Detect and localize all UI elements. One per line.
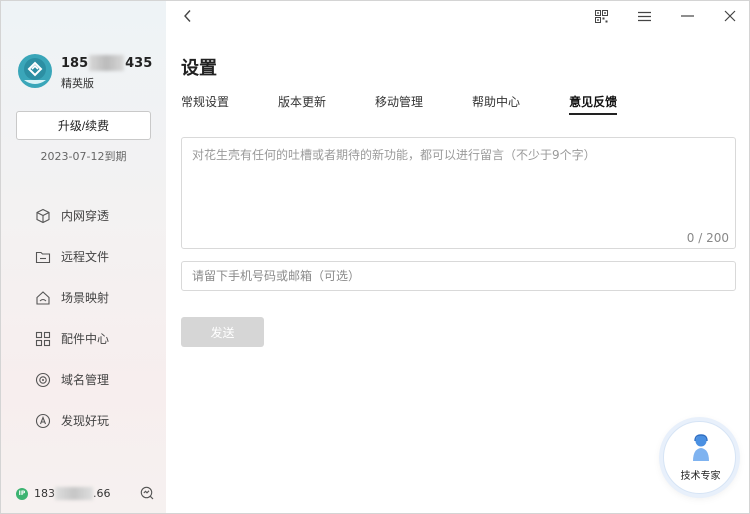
compass-icon — [34, 412, 52, 430]
page-title: 设置 — [181, 58, 217, 79]
app-window: 185 435 精英版 升级/续费 2023-07-12到期 内网穿透 远程文件 — [0, 0, 750, 514]
send-button[interactable]: 发送 — [181, 317, 264, 347]
sidebar-nav: 内网穿透 远程文件 场景映射 配件中心 域名管理 发现好玩 — [34, 195, 109, 441]
sidebar-item-label: 发现好玩 — [61, 414, 110, 428]
sidebar-item-label: 配件中心 — [61, 332, 110, 346]
tab-feedback[interactable]: 意见反馈 — [569, 93, 618, 115]
tab-mobile-management[interactable]: 移动管理 — [375, 93, 423, 115]
minimize-button[interactable] — [676, 5, 698, 27]
edition-label: 精英版 — [61, 77, 94, 90]
contact-input[interactable] — [181, 261, 736, 291]
upgrade-button[interactable]: 升级/续费 — [16, 111, 151, 140]
ip-icon: IP — [16, 487, 28, 500]
tab-help-center[interactable]: 帮助中心 — [472, 93, 520, 115]
sidebar-item-domains[interactable]: 域名管理 — [34, 359, 109, 400]
ip-redacted — [55, 487, 93, 500]
back-button[interactable] — [179, 5, 197, 27]
feedback-textarea[interactable] — [182, 138, 735, 248]
close-button[interactable] — [719, 5, 741, 27]
ip-address: IP 183 .66 — [16, 487, 111, 500]
qrcode-icon — [594, 9, 608, 23]
support-agent-icon — [693, 434, 709, 461]
tab-version-update[interactable]: 版本更新 — [278, 93, 326, 115]
ip-suffix: .66 — [93, 487, 111, 500]
house-icon — [34, 289, 52, 307]
settings-tabs: 常规设置 版本更新 移动管理 帮助中心 意见反馈 — [181, 93, 666, 115]
qrcode-button[interactable] — [590, 5, 612, 27]
chevron-left-icon — [184, 10, 191, 22]
sidebar-item-discover[interactable]: 发现好玩 — [34, 400, 109, 441]
phone-redacted — [89, 55, 125, 71]
folder-icon — [34, 248, 52, 266]
sidebar-item-remote-files[interactable]: 远程文件 — [34, 236, 109, 277]
phone-suffix: 435 — [125, 55, 153, 71]
sidebar-item-intranet[interactable]: 内网穿透 — [34, 195, 109, 236]
minimize-icon — [680, 15, 694, 17]
sidebar-item-scene-mapping[interactable]: 场景映射 — [34, 277, 109, 318]
network-diagnose-icon[interactable] — [140, 486, 154, 500]
globe-icon — [34, 371, 52, 389]
sidebar-item-label: 场景映射 — [61, 291, 110, 305]
close-icon — [724, 10, 736, 22]
menu-icon — [637, 11, 651, 21]
cube-icon — [34, 207, 52, 225]
char-counter: 0 / 200 — [686, 231, 729, 245]
app-logo-avatar — [18, 54, 52, 88]
sidebar-item-accessories[interactable]: 配件中心 — [34, 318, 109, 359]
sidebar-item-label: 远程文件 — [61, 250, 110, 264]
menu-button[interactable] — [633, 5, 655, 27]
tab-general[interactable]: 常规设置 — [181, 93, 229, 115]
user-phone: 185 435 — [61, 55, 152, 71]
sidebar: 185 435 精英版 升级/续费 2023-07-12到期 内网穿透 远程文件 — [1, 1, 166, 513]
tech-expert-button[interactable]: 技术专家 — [663, 421, 736, 494]
feedback-box: 0 / 200 — [181, 137, 736, 249]
sidebar-item-label: 内网穿透 — [61, 209, 110, 223]
expire-date: 2023-07-12到期 — [40, 150, 127, 163]
grid-icon — [34, 330, 52, 348]
sidebar-item-label: 域名管理 — [61, 373, 110, 387]
ip-prefix: 183 — [34, 487, 55, 500]
tech-expert-label: 技术专家 — [680, 471, 721, 482]
phone-prefix: 185 — [61, 55, 89, 71]
